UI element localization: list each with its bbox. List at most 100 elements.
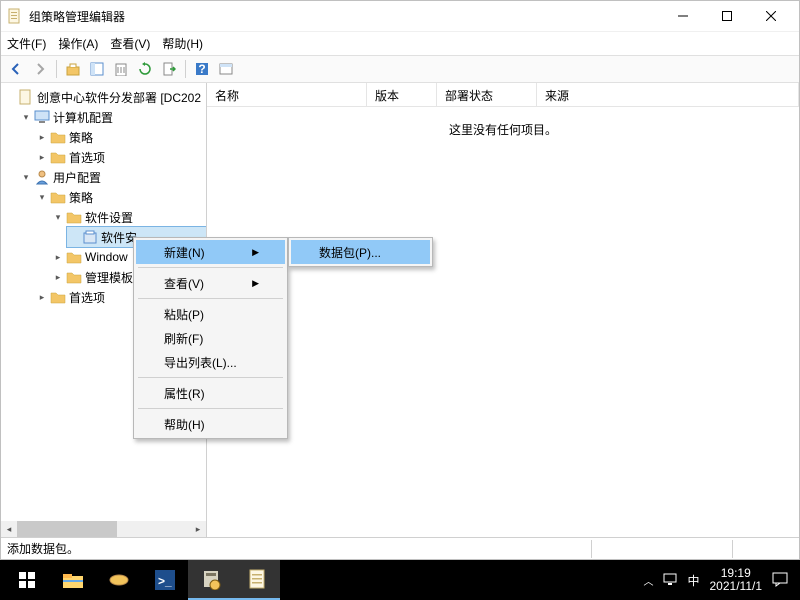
title-bar: 组策略管理编辑器 — [1, 1, 799, 31]
svg-text:?: ? — [198, 62, 205, 76]
taskbar-gpo-editor[interactable] — [234, 560, 280, 600]
tray-ime[interactable]: 中 — [687, 572, 699, 589]
show-hide-tree-button[interactable] — [86, 58, 108, 80]
status-bar: 添加数据包。 — [1, 537, 799, 559]
ctx-label: 粘贴(P) — [164, 306, 204, 323]
menu-action[interactable]: 操作(A) — [58, 35, 98, 52]
col-deploy-state[interactable]: 部署状态 — [437, 83, 537, 106]
scroll-thumb[interactable] — [17, 521, 117, 537]
tray-network-icon[interactable] — [663, 572, 677, 589]
col-name[interactable]: 名称 — [207, 83, 367, 106]
close-button[interactable] — [749, 2, 793, 30]
tree-root[interactable]: 创意中心软件分发部署 [DC202 — [3, 87, 206, 107]
tree-user-policies[interactable]: ▾策略 — [35, 187, 206, 207]
forward-button[interactable] — [29, 58, 51, 80]
ctx-new[interactable]: 新建(N) ▶ — [136, 240, 285, 264]
ctx-package[interactable]: 数据包(P)... — [291, 240, 430, 264]
start-button[interactable] — [4, 560, 50, 600]
policy-icon — [18, 89, 34, 105]
context-submenu-new: 数据包(P)... — [288, 237, 433, 267]
toolbar: ? — [1, 55, 799, 83]
chevron-placeholder — [3, 90, 17, 104]
context-menu: 新建(N) ▶ 查看(V) ▶ 粘贴(P) 刷新(F) 导出列表(L)... 属性(… — [133, 237, 288, 439]
folder-icon — [66, 209, 82, 225]
ctx-export[interactable]: 导出列表(L)... — [136, 350, 285, 374]
ctx-label: 数据包(P)... — [319, 244, 381, 261]
up-button[interactable] — [62, 58, 84, 80]
tray-clock[interactable]: 19:19 2021/11/1 — [710, 567, 763, 593]
tree-label: 策略 — [69, 129, 93, 146]
chevron-right-icon: ▸ — [35, 130, 49, 144]
content-pane: 名称 版本 部署状态 来源 这里没有任何项目。 — [207, 83, 799, 537]
tree-label: 计算机配置 — [53, 109, 113, 126]
menu-bar: 文件(F) 操作(A) 查看(V) 帮助(H) — [1, 31, 799, 55]
menu-file[interactable]: 文件(F) — [7, 35, 46, 52]
main-window: 组策略管理编辑器 文件(F) 操作(A) 查看(V) 帮助(H) ? — [0, 0, 800, 560]
tree-label: 策略 — [69, 189, 93, 206]
export-button[interactable] — [158, 58, 180, 80]
folder-icon — [50, 129, 66, 145]
empty-message: 这里没有任何项目。 — [207, 107, 799, 138]
installer-icon — [82, 229, 98, 245]
app-icon — [7, 8, 23, 24]
tree-computer-config[interactable]: ▾ 计算机配置 — [19, 107, 206, 127]
scroll-left-arrow[interactable]: ◂ — [1, 521, 17, 537]
tree-label: 软件安 — [101, 229, 137, 246]
tree-computer-policies[interactable]: ▸ 策略 — [35, 127, 206, 147]
properties-button[interactable] — [215, 58, 237, 80]
minimize-button[interactable] — [661, 2, 705, 30]
taskbar-powershell[interactable]: >_ — [142, 560, 188, 600]
ctx-properties[interactable]: 属性(R) — [136, 381, 285, 405]
ctx-help[interactable]: 帮助(H) — [136, 412, 285, 436]
ctx-label: 导出列表(L)... — [164, 354, 237, 371]
chevron-placeholder — [67, 230, 81, 244]
taskbar: >_ ︿ 中 19:19 2021/11/1 — [0, 560, 800, 600]
taskbar-server-manager[interactable] — [188, 560, 234, 600]
ctx-paste[interactable]: 粘贴(P) — [136, 302, 285, 326]
chevron-down-icon: ▾ — [51, 210, 65, 224]
column-headers: 名称 版本 部署状态 来源 — [207, 83, 799, 107]
ctx-view[interactable]: 查看(V) ▶ — [136, 271, 285, 295]
system-tray: ︿ 中 19:19 2021/11/1 — [643, 567, 796, 593]
tree-label: Window — [85, 250, 128, 264]
scroll-right-arrow[interactable]: ▸ — [190, 521, 206, 537]
menu-help[interactable]: 帮助(H) — [162, 35, 203, 52]
chevron-right-icon: ▸ — [35, 150, 49, 164]
ctx-label: 查看(V) — [164, 275, 204, 292]
tree-computer-preferences[interactable]: ▸ 首选项 — [35, 147, 206, 167]
tree-label: 软件设置 — [85, 209, 133, 226]
col-source[interactable]: 来源 — [537, 83, 799, 106]
ctx-label: 新建(N) — [164, 244, 205, 261]
ctx-refresh[interactable]: 刷新(F) — [136, 326, 285, 350]
submenu-arrow-icon: ▶ — [222, 247, 259, 258]
chevron-right-icon: ▸ — [51, 250, 65, 264]
delete-button[interactable] — [110, 58, 132, 80]
refresh-button[interactable] — [134, 58, 156, 80]
window-title: 组策略管理编辑器 — [29, 8, 661, 25]
tray-date: 2021/11/1 — [710, 580, 763, 593]
tree-label: 管理模板 — [85, 269, 133, 286]
chevron-down-icon: ▾ — [19, 170, 33, 184]
tray-notifications-icon[interactable] — [772, 571, 788, 590]
maximize-button[interactable] — [705, 2, 749, 30]
taskbar-app-1[interactable] — [96, 560, 142, 600]
svg-text:>_: >_ — [158, 574, 172, 588]
chevron-down-icon: ▾ — [19, 110, 33, 124]
tray-chevron-up-icon[interactable]: ︿ — [643, 573, 653, 588]
back-button[interactable] — [5, 58, 27, 80]
folder-icon — [50, 189, 66, 205]
folder-icon — [66, 249, 82, 265]
taskbar-explorer[interactable] — [50, 560, 96, 600]
tree-horizontal-scrollbar[interactable]: ◂ ▸ — [1, 521, 206, 537]
tree-label: 首选项 — [69, 149, 105, 166]
tree-software-settings[interactable]: ▾ 软件设置 — [51, 207, 206, 227]
ctx-label: 属性(R) — [164, 385, 205, 402]
submenu-arrow-icon: ▶ — [222, 278, 259, 289]
computer-icon — [34, 109, 50, 125]
tree-root-label: 创意中心软件分发部署 [DC202 — [37, 89, 201, 106]
tree-user-config[interactable]: ▾ 用户配置 — [19, 167, 206, 187]
ctx-label: 刷新(F) — [164, 330, 203, 347]
help-button[interactable]: ? — [191, 58, 213, 80]
col-version[interactable]: 版本 — [367, 83, 437, 106]
menu-view[interactable]: 查看(V) — [110, 35, 150, 52]
